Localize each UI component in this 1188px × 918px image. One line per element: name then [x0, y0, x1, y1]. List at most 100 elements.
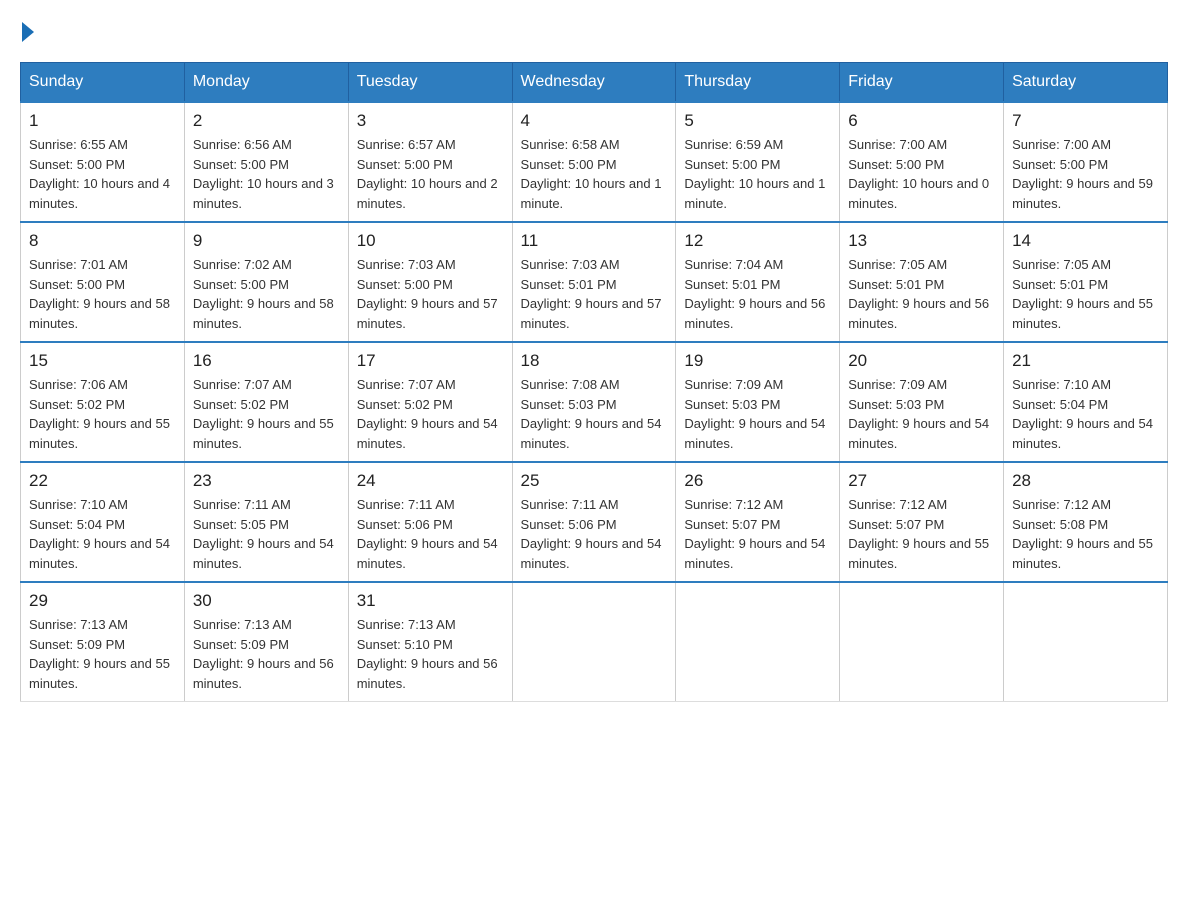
calendar-cell: 5 Sunrise: 6:59 AMSunset: 5:00 PMDaylight…	[676, 102, 840, 222]
weekday-header: Friday	[840, 63, 1004, 103]
calendar-cell: 6 Sunrise: 7:00 AMSunset: 5:00 PMDaylight…	[840, 102, 1004, 222]
day-info: Sunrise: 7:10 AMSunset: 5:04 PMDaylight:…	[29, 495, 176, 573]
day-info: Sunrise: 7:13 AMSunset: 5:09 PMDaylight:…	[29, 615, 176, 693]
day-info: Sunrise: 7:07 AMSunset: 5:02 PMDaylight:…	[357, 375, 504, 453]
calendar-cell: 7 Sunrise: 7:00 AMSunset: 5:00 PMDaylight…	[1004, 102, 1168, 222]
calendar-cell	[840, 582, 1004, 702]
day-number: 14	[1012, 231, 1159, 251]
calendar-cell: 26 Sunrise: 7:12 AMSunset: 5:07 PMDayligh…	[676, 462, 840, 582]
calendar-cell: 18Sunrise: 7:08 AMSunset: 5:03 PMDayligh…	[512, 342, 676, 462]
day-number: 20	[848, 351, 995, 371]
day-info: Sunrise: 7:03 AMSunset: 5:00 PMDaylight:…	[357, 255, 504, 333]
day-number: 10	[357, 231, 504, 251]
day-info: Sunrise: 7:03 AMSunset: 5:01 PMDaylight:…	[521, 255, 668, 333]
day-number: 19	[684, 351, 831, 371]
calendar-cell: 22 Sunrise: 7:10 AMSunset: 5:04 PMDayligh…	[21, 462, 185, 582]
day-number: 6	[848, 111, 995, 131]
day-number: 8	[29, 231, 176, 251]
calendar-week-row: 1 Sunrise: 6:55 AMSunset: 5:00 PMDaylight…	[21, 102, 1168, 222]
day-number: 30	[193, 591, 340, 611]
calendar-cell	[676, 582, 840, 702]
calendar-cell: 12Sunrise: 7:04 AMSunset: 5:01 PMDayligh…	[676, 222, 840, 342]
day-info: Sunrise: 6:59 AMSunset: 5:00 PMDaylight:…	[684, 135, 831, 213]
weekday-header: Thursday	[676, 63, 840, 103]
weekday-header-row: SundayMondayTuesdayWednesdayThursdayFrid…	[21, 63, 1168, 103]
day-info: Sunrise: 7:01 AMSunset: 5:00 PMDaylight:…	[29, 255, 176, 333]
day-number: 28	[1012, 471, 1159, 491]
day-info: Sunrise: 7:07 AMSunset: 5:02 PMDaylight:…	[193, 375, 340, 453]
calendar-header: SundayMondayTuesdayWednesdayThursdayFrid…	[21, 63, 1168, 103]
day-number: 7	[1012, 111, 1159, 131]
calendar-cell: 25 Sunrise: 7:11 AMSunset: 5:06 PMDayligh…	[512, 462, 676, 582]
day-info: Sunrise: 6:55 AMSunset: 5:00 PMDaylight:…	[29, 135, 176, 213]
page-header	[20, 20, 1168, 42]
calendar-cell	[512, 582, 676, 702]
day-number: 2	[193, 111, 340, 131]
weekday-header: Sunday	[21, 63, 185, 103]
day-info: Sunrise: 7:12 AMSunset: 5:07 PMDaylight:…	[684, 495, 831, 573]
calendar-cell: 3 Sunrise: 6:57 AMSunset: 5:00 PMDaylight…	[348, 102, 512, 222]
calendar-cell: 8 Sunrise: 7:01 AMSunset: 5:00 PMDaylight…	[21, 222, 185, 342]
day-number: 24	[357, 471, 504, 491]
day-info: Sunrise: 6:57 AMSunset: 5:00 PMDaylight:…	[357, 135, 504, 213]
day-number: 4	[521, 111, 668, 131]
logo	[20, 20, 34, 42]
day-info: Sunrise: 7:11 AMSunset: 5:06 PMDaylight:…	[357, 495, 504, 573]
calendar-cell: 24 Sunrise: 7:11 AMSunset: 5:06 PMDayligh…	[348, 462, 512, 582]
calendar-cell: 28Sunrise: 7:12 AMSunset: 5:08 PMDayligh…	[1004, 462, 1168, 582]
weekday-header: Wednesday	[512, 63, 676, 103]
calendar-table: SundayMondayTuesdayWednesdayThursdayFrid…	[20, 62, 1168, 702]
calendar-cell: 29Sunrise: 7:13 AMSunset: 5:09 PMDayligh…	[21, 582, 185, 702]
day-number: 17	[357, 351, 504, 371]
calendar-cell: 23Sunrise: 7:11 AMSunset: 5:05 PMDayligh…	[184, 462, 348, 582]
day-number: 16	[193, 351, 340, 371]
calendar-cell: 31Sunrise: 7:13 AMSunset: 5:10 PMDayligh…	[348, 582, 512, 702]
day-number: 1	[29, 111, 176, 131]
day-info: Sunrise: 7:06 AMSunset: 5:02 PMDaylight:…	[29, 375, 176, 453]
day-number: 27	[848, 471, 995, 491]
logo-arrow-icon	[22, 22, 34, 42]
day-number: 9	[193, 231, 340, 251]
weekday-header: Monday	[184, 63, 348, 103]
calendar-cell: 19Sunrise: 7:09 AMSunset: 5:03 PMDayligh…	[676, 342, 840, 462]
day-info: Sunrise: 6:56 AMSunset: 5:00 PMDaylight:…	[193, 135, 340, 213]
calendar-week-row: 8 Sunrise: 7:01 AMSunset: 5:00 PMDaylight…	[21, 222, 1168, 342]
day-number: 22	[29, 471, 176, 491]
day-number: 23	[193, 471, 340, 491]
calendar-cell: 11 Sunrise: 7:03 AMSunset: 5:01 PMDayligh…	[512, 222, 676, 342]
calendar-cell: 16 Sunrise: 7:07 AMSunset: 5:02 PMDayligh…	[184, 342, 348, 462]
day-info: Sunrise: 7:13 AMSunset: 5:10 PMDaylight:…	[357, 615, 504, 693]
day-info: Sunrise: 7:04 AMSunset: 5:01 PMDaylight:…	[684, 255, 831, 333]
day-number: 5	[684, 111, 831, 131]
calendar-body: 1 Sunrise: 6:55 AMSunset: 5:00 PMDaylight…	[21, 102, 1168, 702]
day-info: Sunrise: 7:00 AMSunset: 5:00 PMDaylight:…	[848, 135, 995, 213]
calendar-cell: 27 Sunrise: 7:12 AMSunset: 5:07 PMDayligh…	[840, 462, 1004, 582]
day-info: Sunrise: 7:08 AMSunset: 5:03 PMDaylight:…	[521, 375, 668, 453]
calendar-cell: 21 Sunrise: 7:10 AMSunset: 5:04 PMDayligh…	[1004, 342, 1168, 462]
day-info: Sunrise: 6:58 AMSunset: 5:00 PMDaylight:…	[521, 135, 668, 213]
day-info: Sunrise: 7:10 AMSunset: 5:04 PMDaylight:…	[1012, 375, 1159, 453]
day-info: Sunrise: 7:11 AMSunset: 5:06 PMDaylight:…	[521, 495, 668, 573]
day-number: 25	[521, 471, 668, 491]
day-info: Sunrise: 7:05 AMSunset: 5:01 PMDaylight:…	[848, 255, 995, 333]
day-number: 15	[29, 351, 176, 371]
day-info: Sunrise: 7:09 AMSunset: 5:03 PMDaylight:…	[848, 375, 995, 453]
calendar-cell: 15 Sunrise: 7:06 AMSunset: 5:02 PMDayligh…	[21, 342, 185, 462]
calendar-week-row: 15 Sunrise: 7:06 AMSunset: 5:02 PMDayligh…	[21, 342, 1168, 462]
calendar-cell: 13 Sunrise: 7:05 AMSunset: 5:01 PMDayligh…	[840, 222, 1004, 342]
day-number: 11	[521, 231, 668, 251]
day-number: 3	[357, 111, 504, 131]
day-number: 21	[1012, 351, 1159, 371]
day-number: 26	[684, 471, 831, 491]
calendar-week-row: 22 Sunrise: 7:10 AMSunset: 5:04 PMDayligh…	[21, 462, 1168, 582]
day-info: Sunrise: 7:00 AMSunset: 5:00 PMDaylight:…	[1012, 135, 1159, 213]
calendar-cell: 17 Sunrise: 7:07 AMSunset: 5:02 PMDayligh…	[348, 342, 512, 462]
calendar-cell: 20 Sunrise: 7:09 AMSunset: 5:03 PMDayligh…	[840, 342, 1004, 462]
calendar-cell	[1004, 582, 1168, 702]
day-info: Sunrise: 7:05 AMSunset: 5:01 PMDaylight:…	[1012, 255, 1159, 333]
day-number: 13	[848, 231, 995, 251]
weekday-header: Saturday	[1004, 63, 1168, 103]
day-info: Sunrise: 7:12 AMSunset: 5:07 PMDaylight:…	[848, 495, 995, 573]
calendar-cell: 4 Sunrise: 6:58 AMSunset: 5:00 PMDaylight…	[512, 102, 676, 222]
calendar-cell: 9Sunrise: 7:02 AMSunset: 5:00 PMDaylight…	[184, 222, 348, 342]
